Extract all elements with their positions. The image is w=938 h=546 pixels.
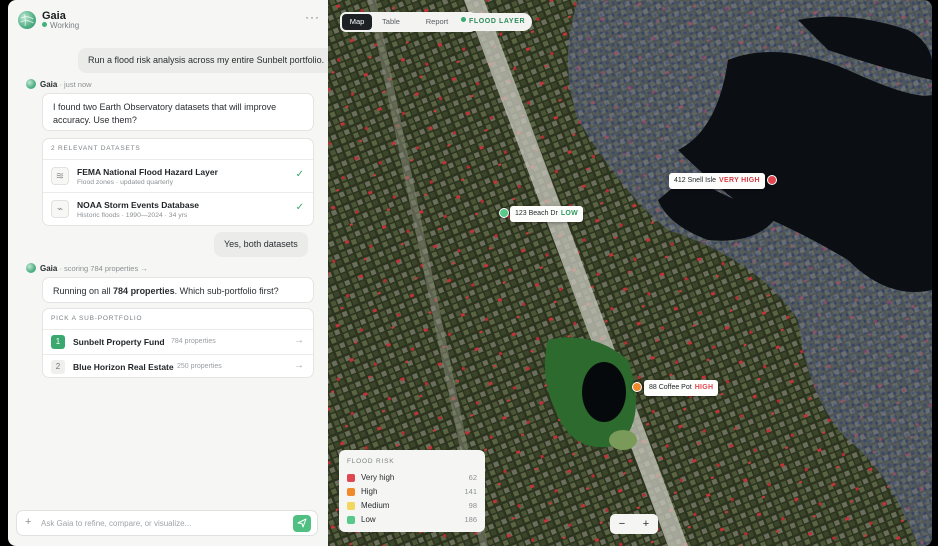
legend-swatch (347, 474, 355, 482)
dataset-subtitle: Flood zones · updated quarterly (77, 179, 173, 186)
assistant-message: I found two Earth Observatory datasets t… (42, 93, 314, 131)
waves-icon: ≋ (51, 167, 69, 185)
arrow-right-icon: → (294, 335, 304, 346)
assistant-message: Running on all 784 properties. Which sub… (42, 277, 314, 303)
assistant-name: Gaia (40, 80, 58, 89)
zoom-control: − + (610, 514, 658, 534)
assistant-name: Gaia (40, 264, 58, 273)
legend-row-very-high: Very high 62 (347, 473, 477, 485)
portfolio-item-blue-horizon[interactable]: 2 Blue Horizon Real Estate 250 propertie… (43, 354, 313, 377)
status-text: Working (50, 21, 80, 30)
pulse-icon: ⌁ (51, 200, 69, 218)
legend-label: Low (361, 515, 376, 524)
working-status: Working (42, 21, 79, 30)
send-icon (297, 518, 307, 528)
pin-risk: LOW (560, 210, 579, 217)
dataset-item-fema[interactable]: ≋ FEMA National Flood Hazard Layer Flood… (43, 159, 313, 192)
legend-row-high: High 141 (347, 487, 477, 499)
legend-title: FLOOD RISK (347, 458, 395, 465)
message-text: Running on all (53, 286, 114, 296)
legend-swatch (347, 502, 355, 510)
check-icon: ✓ (295, 202, 304, 213)
flood-risk-legend: FLOOD RISK Very high 62 High 141 Medium … (339, 450, 485, 532)
legend-count: 141 (464, 487, 477, 496)
property-pin-snell-isle[interactable]: 412 Snell Isle VERY HIGH (669, 173, 765, 189)
arrow-right-icon: → (294, 360, 304, 371)
portfolio-item-sunbelt[interactable]: 1 Sunbelt Property Fund 784 properties → (43, 329, 313, 354)
legend-row-low: Low 186 (347, 515, 477, 527)
layer-dot-icon (461, 17, 466, 22)
pin-risk: VERY HIGH (719, 177, 760, 184)
map-marker-high[interactable] (632, 382, 642, 392)
portfolio-number: 1 (51, 335, 65, 349)
assistant-meta: Gaia · just now (26, 79, 92, 89)
property-pin-beach-dr[interactable]: 123 Beach Dr LOW (510, 206, 584, 222)
chat-input[interactable] (41, 515, 281, 532)
property-count: 784 properties (113, 286, 175, 296)
chat-panel: Gaia Working ··· Run a flood risk analys… (8, 0, 328, 546)
map-view[interactable]: Map Table Report FLOOD LAYER 412 Snell I… (328, 0, 932, 546)
tab-table[interactable]: Table (374, 14, 408, 30)
status-dot-icon (42, 22, 47, 27)
datasets-title: 2 RELEVANT DATASETS (51, 145, 141, 152)
tab-map[interactable]: Map (342, 14, 372, 30)
message-text: . Which sub-portfolio first? (174, 286, 279, 296)
gaia-logo-icon (18, 11, 36, 29)
scoring-status: · scoring 784 properties → (59, 264, 148, 273)
datasets-card: 2 RELEVANT DATASETS ≋ FEMA National Floo… (42, 138, 314, 226)
legend-swatch (347, 488, 355, 496)
map-marker-low[interactable] (499, 208, 509, 218)
legend-row-medium: Medium 98 (347, 501, 477, 513)
zoom-in-button[interactable]: + (634, 514, 658, 534)
map-marker-very-high[interactable] (767, 175, 777, 185)
portfolio-name: Sunbelt Property Fund (73, 337, 165, 347)
gaia-avatar-icon (26, 79, 36, 89)
zoom-out-button[interactable]: − (610, 514, 634, 534)
legend-swatch (347, 516, 355, 524)
layer-label: FLOOD LAYER (469, 18, 526, 25)
dataset-subtitle: Historic floods · 1990—2024 · 34 yrs (77, 212, 188, 219)
pin-address: 123 Beach Dr (515, 210, 558, 217)
pin-risk: HIGH (694, 384, 714, 391)
app-frame: Gaia Working ··· Run a flood risk analys… (0, 0, 938, 546)
legend-count: 98 (468, 501, 477, 510)
send-button[interactable] (293, 515, 311, 532)
flood-layer-toggle[interactable]: FLOOD LAYER (454, 13, 533, 31)
dataset-name: FEMA National Flood Hazard Layer (77, 167, 218, 177)
pin-address: 412 Snell Isle (674, 177, 717, 184)
plus-icon[interactable]: + (25, 516, 31, 528)
check-icon: ✓ (295, 169, 304, 180)
property-pin-coffee-pot[interactable]: 88 Coffee Pot HIGH (644, 380, 719, 396)
portfolio-number: 2 (51, 360, 65, 374)
dataset-name: NOAA Storm Events Database (77, 200, 200, 210)
gaia-avatar-icon (26, 263, 36, 273)
legend-label: High (361, 487, 378, 496)
portfolio-count: 250 properties (177, 363, 222, 370)
ellipsis-icon[interactable]: ··· (305, 10, 320, 24)
portfolio-name: Blue Horizon Real Estate (73, 362, 174, 372)
assistant-meta: Gaia · scoring 784 properties → (26, 263, 148, 273)
pin-address: 88 Coffee Pot (649, 384, 692, 391)
legend-count: 62 (468, 473, 477, 482)
legend-count: 186 (464, 515, 477, 524)
message-time: · just now (59, 80, 92, 89)
portfolio-count: 784 properties (171, 338, 216, 345)
chat-header: Gaia Working ··· (8, 0, 328, 40)
legend-label: Very high (361, 473, 395, 482)
legend-label: Medium (361, 501, 390, 510)
portfolio-card: PICK A SUB-PORTFOLIO 1 Sunbelt Property … (42, 308, 314, 378)
user-message: Yes, both datasets (214, 232, 308, 257)
user-message: Run a flood risk analysis across my enti… (78, 48, 328, 73)
composer: + (16, 510, 318, 536)
dataset-item-noaa[interactable]: ⌁ NOAA Storm Events Database Historic fl… (43, 192, 313, 225)
portfolio-title: PICK A SUB-PORTFOLIO (51, 315, 143, 322)
